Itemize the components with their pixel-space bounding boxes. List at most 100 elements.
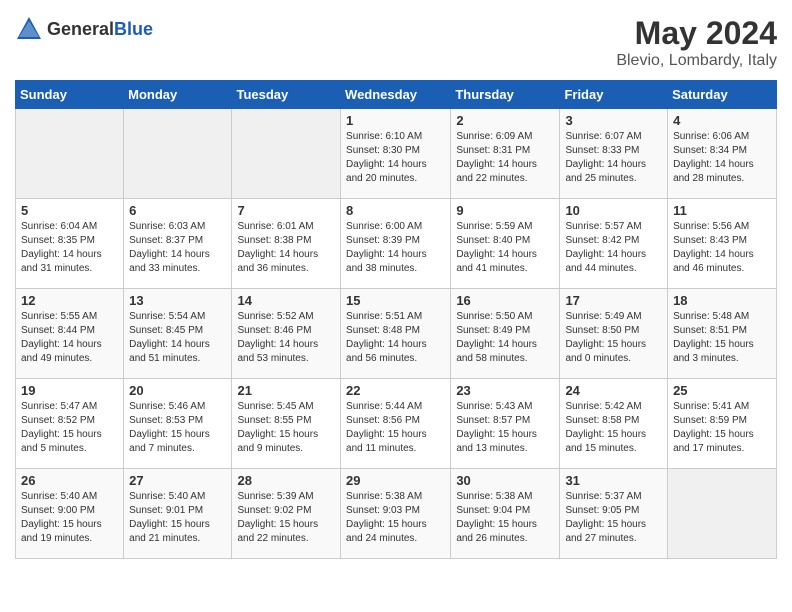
- weekday-header-row: SundayMondayTuesdayWednesdayThursdayFrid…: [16, 81, 777, 109]
- calendar-cell: 4 Sunrise: 6:06 AM Sunset: 8:34 PM Daylig…: [668, 109, 777, 199]
- weekday-header-sunday: Sunday: [16, 81, 124, 109]
- day-number: 9: [456, 203, 554, 218]
- calendar-week-1: 1 Sunrise: 6:10 AM Sunset: 8:30 PM Daylig…: [16, 109, 777, 199]
- day-info: Sunrise: 5:47 AM Sunset: 8:52 PM Dayligh…: [21, 400, 118, 456]
- day-info: Sunrise: 5:48 AM Sunset: 8:51 PM Dayligh…: [673, 310, 771, 366]
- day-number: 23: [456, 383, 554, 398]
- calendar-cell: 9 Sunrise: 5:59 AM Sunset: 8:40 PM Daylig…: [451, 199, 560, 289]
- day-number: 7: [237, 203, 335, 218]
- day-number: 28: [237, 473, 335, 488]
- day-number: 15: [346, 293, 445, 308]
- calendar-cell: 8Sunrise: 6:00 AM Sunset: 8:39 PM Daylig…: [341, 199, 451, 289]
- day-number: 24: [565, 383, 662, 398]
- day-number: 25: [673, 383, 771, 398]
- calendar-cell: 17 Sunrise: 5:49 AM Sunset: 8:50 PM Dayli…: [560, 289, 668, 379]
- day-number: 26: [21, 473, 118, 488]
- weekday-header-tuesday: Tuesday: [232, 81, 341, 109]
- day-info: Sunrise: 5:43 AM Sunset: 8:57 PM Dayligh…: [456, 400, 554, 456]
- weekday-header-friday: Friday: [560, 81, 668, 109]
- calendar-cell: 31Sunrise: 5:37 AM Sunset: 9:05 PM Dayli…: [560, 469, 668, 559]
- calendar-cell: 25 Sunrise: 5:41 AM Sunset: 8:59 PM Dayli…: [668, 379, 777, 469]
- day-number: 1: [346, 113, 445, 128]
- day-info: Sunrise: 6:06 AM Sunset: 8:34 PM Dayligh…: [673, 130, 771, 186]
- calendar-cell: 29 Sunrise: 5:38 AM Sunset: 9:03 PM Dayli…: [341, 469, 451, 559]
- day-number: 30: [456, 473, 554, 488]
- day-number: 2: [456, 113, 554, 128]
- calendar-cell: 21 Sunrise: 5:45 AM Sunset: 8:55 PM Dayli…: [232, 379, 341, 469]
- weekday-header-monday: Monday: [124, 81, 232, 109]
- day-number: 27: [129, 473, 226, 488]
- day-info: Sunrise: 6:04 AM Sunset: 8:35 PM Dayligh…: [21, 220, 118, 276]
- calendar-cell: 11 Sunrise: 5:56 AM Sunset: 8:43 PM Dayli…: [668, 199, 777, 289]
- day-info: Sunrise: 6:09 AM Sunset: 8:31 PM Dayligh…: [456, 130, 554, 186]
- day-number: 21: [237, 383, 335, 398]
- day-number: 20: [129, 383, 226, 398]
- day-number: 4: [673, 113, 771, 128]
- calendar-cell: 24 Sunrise: 5:42 AM Sunset: 8:58 PM Dayli…: [560, 379, 668, 469]
- calendar-cell: [16, 109, 124, 199]
- day-info: Sunrise: 6:10 AM Sunset: 8:30 PM Dayligh…: [346, 130, 445, 186]
- day-number: 22: [346, 383, 445, 398]
- calendar-cell: 27Sunrise: 5:40 AM Sunset: 9:01 PM Dayli…: [124, 469, 232, 559]
- calendar-cell: 30 Sunrise: 5:38 AM Sunset: 9:04 PM Dayli…: [451, 469, 560, 559]
- day-info: Sunrise: 6:07 AM Sunset: 8:33 PM Dayligh…: [565, 130, 662, 186]
- day-number: 11: [673, 203, 771, 218]
- calendar-cell: 20 Sunrise: 5:46 AM Sunset: 8:53 PM Dayli…: [124, 379, 232, 469]
- day-number: 29: [346, 473, 445, 488]
- calendar-week-2: 5Sunrise: 6:04 AM Sunset: 8:35 PM Daylig…: [16, 199, 777, 289]
- day-info: Sunrise: 5:42 AM Sunset: 8:58 PM Dayligh…: [565, 400, 662, 456]
- calendar-table: SundayMondayTuesdayWednesdayThursdayFrid…: [15, 80, 777, 559]
- day-info: Sunrise: 5:39 AM Sunset: 9:02 PM Dayligh…: [237, 490, 335, 546]
- day-info: Sunrise: 6:03 AM Sunset: 8:37 PM Dayligh…: [129, 220, 226, 276]
- day-info: Sunrise: 5:38 AM Sunset: 9:03 PM Dayligh…: [346, 490, 445, 546]
- day-info: Sunrise: 5:54 AM Sunset: 8:45 PM Dayligh…: [129, 310, 226, 366]
- calendar-cell: 13 Sunrise: 5:54 AM Sunset: 8:45 PM Dayli…: [124, 289, 232, 379]
- day-info: Sunrise: 5:45 AM Sunset: 8:55 PM Dayligh…: [237, 400, 335, 456]
- day-info: Sunrise: 5:41 AM Sunset: 8:59 PM Dayligh…: [673, 400, 771, 456]
- calendar-cell: 19 Sunrise: 5:47 AM Sunset: 8:52 PM Dayli…: [16, 379, 124, 469]
- header: GeneralBlue May 2024 Blevio, Lombardy, I…: [15, 15, 777, 70]
- day-number: 8: [346, 203, 445, 218]
- calendar-title: May 2024: [616, 15, 777, 52]
- day-number: 13: [129, 293, 226, 308]
- logo-icon: [15, 15, 43, 43]
- day-info: Sunrise: 5:51 AM Sunset: 8:48 PM Dayligh…: [346, 310, 445, 366]
- day-info: Sunrise: 5:49 AM Sunset: 8:50 PM Dayligh…: [565, 310, 662, 366]
- day-info: Sunrise: 5:55 AM Sunset: 8:44 PM Dayligh…: [21, 310, 118, 366]
- calendar-cell: 22 Sunrise: 5:44 AM Sunset: 8:56 PM Dayli…: [341, 379, 451, 469]
- calendar-cell: [668, 469, 777, 559]
- calendar-cell: 3 Sunrise: 6:07 AM Sunset: 8:33 PM Daylig…: [560, 109, 668, 199]
- title-section: May 2024 Blevio, Lombardy, Italy: [616, 15, 777, 70]
- calendar-cell: 18 Sunrise: 5:48 AM Sunset: 8:51 PM Dayli…: [668, 289, 777, 379]
- day-number: 18: [673, 293, 771, 308]
- calendar-week-4: 19 Sunrise: 5:47 AM Sunset: 8:52 PM Dayli…: [16, 379, 777, 469]
- day-number: 17: [565, 293, 662, 308]
- day-info: Sunrise: 6:01 AM Sunset: 8:38 PM Dayligh…: [237, 220, 335, 276]
- day-number: 6: [129, 203, 226, 218]
- calendar-cell: [232, 109, 341, 199]
- day-info: Sunrise: 5:59 AM Sunset: 8:40 PM Dayligh…: [456, 220, 554, 276]
- calendar-cell: 12 Sunrise: 5:55 AM Sunset: 8:44 PM Dayli…: [16, 289, 124, 379]
- calendar-cell: 14 Sunrise: 5:52 AM Sunset: 8:46 PM Dayli…: [232, 289, 341, 379]
- calendar-cell: 16Sunrise: 5:50 AM Sunset: 8:49 PM Dayli…: [451, 289, 560, 379]
- day-info: Sunrise: 5:56 AM Sunset: 8:43 PM Dayligh…: [673, 220, 771, 276]
- calendar-cell: 5Sunrise: 6:04 AM Sunset: 8:35 PM Daylig…: [16, 199, 124, 289]
- day-number: 16: [456, 293, 554, 308]
- day-info: Sunrise: 5:44 AM Sunset: 8:56 PM Dayligh…: [346, 400, 445, 456]
- calendar-week-3: 12 Sunrise: 5:55 AM Sunset: 8:44 PM Dayli…: [16, 289, 777, 379]
- calendar-cell: 23 Sunrise: 5:43 AM Sunset: 8:57 PM Dayli…: [451, 379, 560, 469]
- day-number: 3: [565, 113, 662, 128]
- calendar-cell: 10Sunrise: 5:57 AM Sunset: 8:42 PM Dayli…: [560, 199, 668, 289]
- day-info: Sunrise: 5:38 AM Sunset: 9:04 PM Dayligh…: [456, 490, 554, 546]
- day-info: Sunrise: 5:46 AM Sunset: 8:53 PM Dayligh…: [129, 400, 226, 456]
- day-info: Sunrise: 5:52 AM Sunset: 8:46 PM Dayligh…: [237, 310, 335, 366]
- calendar-week-5: 26 Sunrise: 5:40 AM Sunset: 9:00 PM Dayli…: [16, 469, 777, 559]
- day-number: 19: [21, 383, 118, 398]
- calendar-cell: 15 Sunrise: 5:51 AM Sunset: 8:48 PM Dayli…: [341, 289, 451, 379]
- calendar-cell: 7 Sunrise: 6:01 AM Sunset: 8:38 PM Daylig…: [232, 199, 341, 289]
- calendar-cell: [124, 109, 232, 199]
- day-info: Sunrise: 5:40 AM Sunset: 9:00 PM Dayligh…: [21, 490, 118, 546]
- logo-text-general: General: [47, 19, 114, 39]
- day-number: 12: [21, 293, 118, 308]
- day-number: 14: [237, 293, 335, 308]
